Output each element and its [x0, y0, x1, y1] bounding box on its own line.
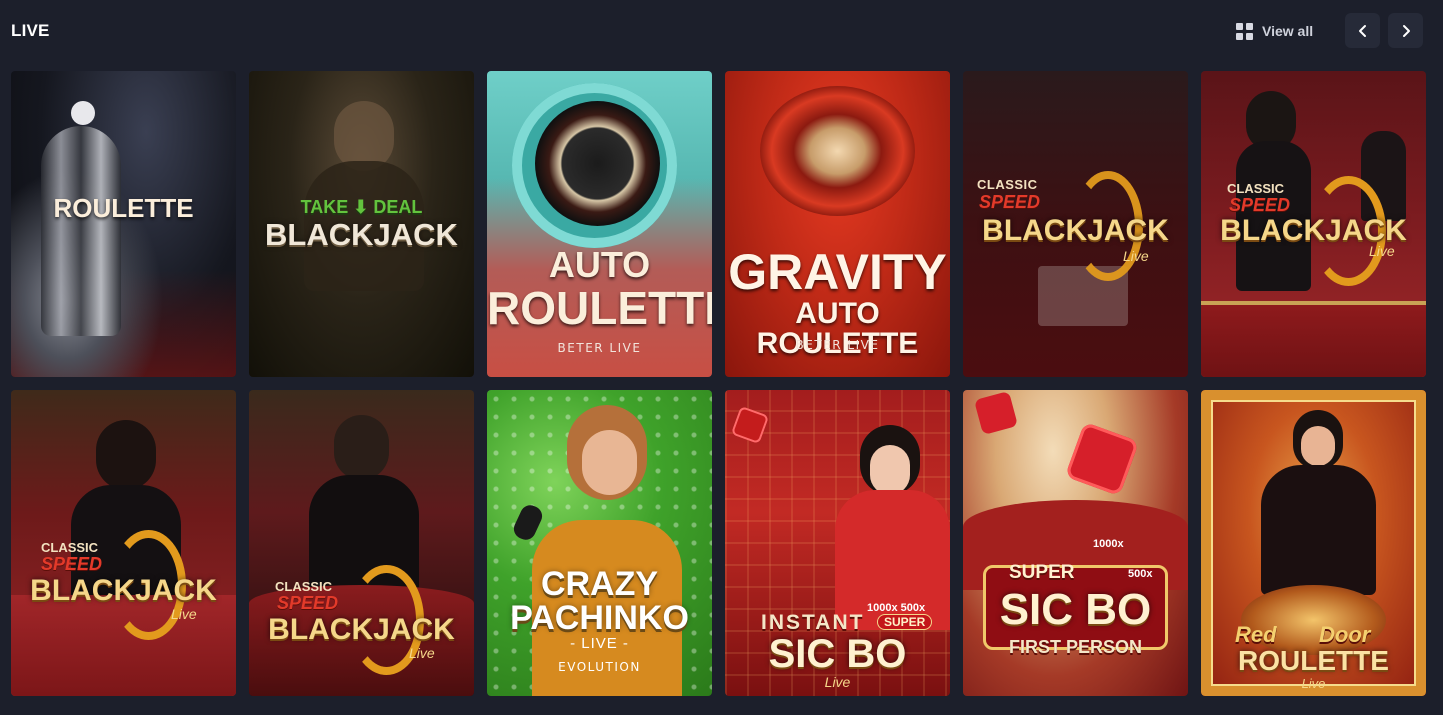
game-label-live: Live — [1301, 676, 1326, 691]
game-provider: BETER LIVE — [557, 341, 642, 355]
game-label-live: Live — [171, 606, 197, 622]
game-multiplier-1000: 1000x — [1093, 538, 1124, 550]
game-label-super: SUPER — [1009, 562, 1075, 583]
game-label-classic: CLASSIC — [1227, 181, 1285, 196]
game-label-live: Live — [409, 645, 435, 661]
game-label-super: SUPER — [877, 614, 933, 630]
grid-icon — [1236, 22, 1253, 40]
game-title-line1: GRAVITY — [728, 244, 947, 300]
game-title-line2: ROULETTE — [487, 282, 712, 334]
game-provider: BETER LIVE — [795, 338, 880, 352]
game-tile-roulette[interactable]: ROULETTE — [11, 71, 236, 377]
game-label-live: Live — [824, 674, 851, 690]
game-title: BLACKJACK — [265, 217, 458, 252]
game-title: ROULETTE — [53, 193, 194, 223]
game-tile-instant-super-sic-bo[interactable]: 1000x 500x SUPER INSTANT SIC BO Live — [725, 390, 950, 696]
game-subtitle: TAKE ⬇ DEAL — [300, 197, 423, 217]
game-title: SIC BO — [768, 632, 907, 676]
game-label-speed: SPEED — [277, 593, 339, 613]
game-tile-gravity-auto-roulette[interactable]: GRAVITY AUTO ROULETTE BETER LIVE — [725, 71, 950, 377]
game-title-line1: CRAZY — [540, 565, 659, 603]
game-grid: ROULETTE TAKE ⬇ DEAL BLACKJACK AUTO ROUL… — [11, 71, 1426, 696]
game-tile-classic-speed-blackjack-4[interactable]: CLASSIC SPEED BLACKJACK Live — [249, 390, 474, 696]
game-label-speed: SPEED — [1229, 195, 1291, 215]
view-all-label: View all — [1262, 23, 1314, 39]
game-title-line1: AUTO — [548, 244, 651, 285]
section-header: LIVE View all — [0, 0, 1443, 62]
game-label-live: Live — [1369, 243, 1395, 259]
game-title: SIC BO — [999, 585, 1152, 634]
game-tile-auto-roulette[interactable]: AUTO ROULETTE BETER LIVE — [487, 71, 712, 377]
game-label-classic: CLASSIC — [275, 579, 333, 594]
section-title: LIVE — [11, 21, 50, 40]
game-label-live: - LIVE - — [570, 635, 629, 652]
game-multiplier-500: 500x — [1128, 568, 1153, 580]
game-tile-crazy-pachinko[interactable]: CRAZY PACHINKO - LIVE - EVOLUTION — [487, 390, 712, 696]
next-button[interactable] — [1388, 13, 1423, 48]
game-tile-take-deal-blackjack[interactable]: TAKE ⬇ DEAL BLACKJACK — [249, 71, 474, 377]
game-label-speed: SPEED — [979, 192, 1041, 212]
game-multiplier: 1000x 500x — [867, 602, 926, 614]
game-tile-red-door-roulette[interactable]: Red Door ROULETTE Live — [1201, 390, 1426, 696]
chevron-left-icon — [1358, 24, 1366, 37]
game-label-first-person: FIRST PERSON — [1008, 637, 1142, 657]
view-all-button[interactable]: View all — [1236, 20, 1313, 42]
game-tile-classic-speed-blackjack-3[interactable]: CLASSIC SPEED BLACKJACK Live — [11, 390, 236, 696]
game-title: BLACKJACK — [30, 574, 217, 607]
game-label-live: Live — [1123, 248, 1149, 264]
game-label-classic: CLASSIC — [977, 177, 1038, 192]
game-title: BLACKJACK — [982, 214, 1169, 247]
previous-button[interactable] — [1345, 13, 1380, 48]
game-label-speed: SPEED — [41, 554, 103, 574]
game-title: ROULETTE — [1238, 645, 1389, 676]
game-tile-classic-speed-blackjack[interactable]: CLASSIC SPEED BLACKJACK Live — [963, 71, 1188, 377]
game-title: BLACKJACK — [268, 613, 455, 646]
game-tile-classic-speed-blackjack-2[interactable]: CLASSIC SPEED BLACKJACK Live — [1201, 71, 1426, 377]
game-provider: EVOLUTION — [558, 660, 641, 674]
game-tile-super-sic-bo-first-person[interactable]: 1000x 500x SUPER SIC BO FIRST PERSON — [963, 390, 1188, 696]
game-title-line2: PACHINKO — [510, 599, 689, 637]
game-label-classic: CLASSIC — [41, 540, 99, 555]
game-title: BLACKJACK — [1220, 214, 1407, 247]
chevron-right-icon — [1402, 24, 1410, 37]
